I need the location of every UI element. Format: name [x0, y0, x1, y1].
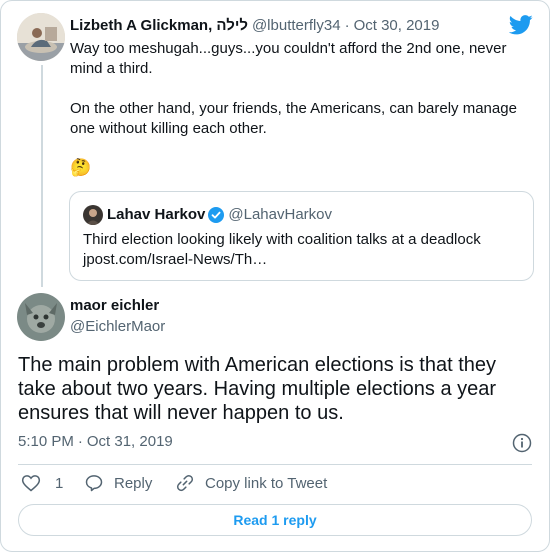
link-icon — [176, 474, 194, 492]
copy-link-button[interactable]: Copy link to Tweet — [175, 473, 327, 493]
main-tweet-time: 5:10 PM — [18, 433, 74, 450]
person-avatar-icon — [83, 205, 103, 225]
main-tweet-timestamp[interactable]: 5:10 PM · Oct 31, 2019 — [18, 433, 173, 450]
reply-label: Reply — [114, 474, 153, 492]
quoted-author-handle: @LahavHarkov — [228, 206, 332, 223]
actions-divider — [18, 464, 532, 465]
parent-author-handle[interactable]: @lbutterfly34 — [252, 17, 341, 34]
copy-link-label: Copy link to Tweet — [205, 474, 328, 492]
main-tweet-text: The main problem with American elections… — [18, 354, 497, 424]
twitter-logo-icon[interactable] — [508, 15, 533, 40]
main-author-name[interactable]: maor eichler — [70, 297, 159, 314]
quoted-tweet-link[interactable]: jpost.com/Israel-News/Th… — [83, 250, 267, 270]
parent-author-name[interactable]: Lizbeth A Glickman, לילה — [70, 17, 248, 34]
quoted-tweet-text: Third election looking likely with coali… — [83, 231, 481, 248]
speech-bubble-icon — [85, 475, 103, 492]
main-author-avatar[interactable] — [17, 293, 65, 341]
quoted-author-name: Lahav Harkov — [107, 206, 206, 223]
like-count: 1 — [55, 474, 64, 492]
timestamp-separator: · — [77, 433, 83, 450]
thinking-face-emoji: 🤔 — [70, 158, 92, 177]
read-replies-button[interactable]: Read 1 reply — [18, 504, 532, 536]
thread-connector-line — [41, 65, 43, 287]
main-tweet-date: Oct 31, 2019 — [86, 433, 173, 450]
quoted-tweet-header: Lahav Harkov @LahavHarkov — [107, 206, 332, 223]
heart-icon — [21, 475, 41, 492]
like-button[interactable]: 1 — [21, 473, 63, 493]
verified-badge-icon — [208, 206, 225, 223]
quoted-author-avatar — [83, 205, 103, 225]
person-reading-avatar-icon — [17, 13, 65, 61]
main-author-handle[interactable]: @EichlerMaor — [70, 318, 165, 335]
parent-tweet-date[interactable]: Oct 30, 2019 — [354, 17, 440, 34]
parent-tweet-header: Lizbeth A Glickman, לילה @lbutterfly34 ·… — [70, 17, 439, 34]
parent-tweet-text: Way too meshugah...guys...you couldn't a… — [70, 40, 517, 137]
parent-author-avatar[interactable] — [17, 13, 65, 61]
info-icon[interactable] — [512, 433, 532, 458]
reply-button[interactable]: Reply — [84, 473, 152, 493]
tweet-embed-card: Lizbeth A Glickman, לילה @lbutterfly34 ·… — [0, 0, 550, 552]
header-separator: · — [344, 17, 350, 34]
dog-avatar-icon — [17, 293, 65, 341]
quoted-tweet[interactable]: Lahav Harkov @LahavHarkov Third election… — [69, 191, 534, 281]
